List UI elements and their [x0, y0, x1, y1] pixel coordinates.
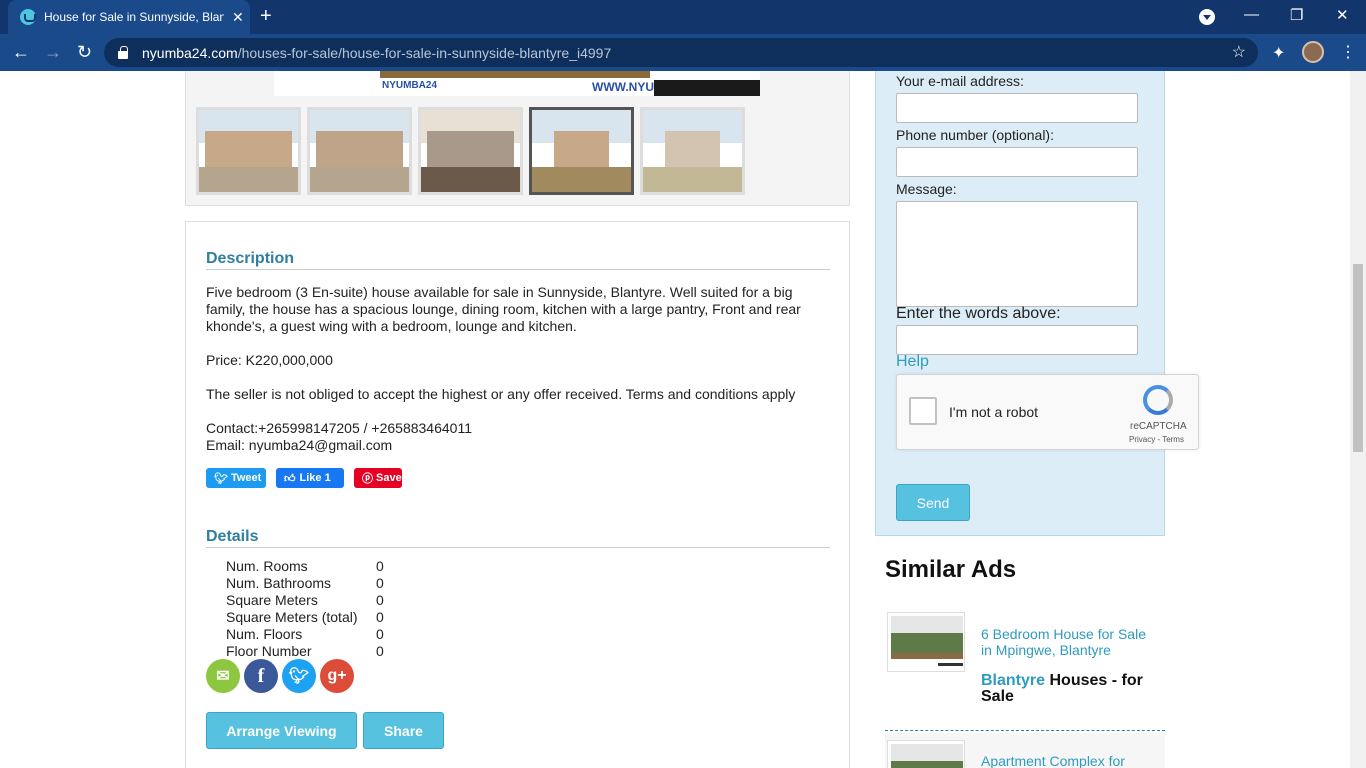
description-text: Five bedroom (3 En-suite) house availabl…	[206, 284, 801, 334]
page-content: NYUMBA24 WWW.NYUMBA24.COM Description Fi…	[0, 71, 1350, 768]
contact-text: Contact:+265998147205 / +265883464011	[206, 420, 472, 436]
captcha-field[interactable]	[896, 325, 1138, 355]
address-bar[interactable]: nyumba24.com/houses-for-sale/house-for-s…	[104, 38, 1258, 67]
details-table: Num. Rooms 0 Num. Bathrooms 0 Square Meter…	[226, 558, 384, 660]
twitter-share-icon[interactable]: 🐦︎	[282, 659, 316, 693]
similar-ad-image[interactable]	[887, 612, 965, 672]
banner-logo: NYUMBA24	[382, 80, 438, 91]
email-field[interactable]	[896, 93, 1138, 123]
restore-icon[interactable]: ❐	[1290, 6, 1303, 24]
scrollbar-thumb[interactable]	[1353, 264, 1363, 452]
twitter-icon: 🐦︎	[214, 472, 228, 485]
similar-ad-city[interactable]: Blantyre	[981, 672, 1045, 689]
share-icons: ✉ f 🐦︎ g+	[206, 659, 354, 693]
main-photo[interactable]: NYUMBA24 WWW.NYUMBA24.COM	[274, 71, 760, 96]
share-button[interactable]: Share	[363, 712, 444, 749]
browser-menu-icon[interactable]: ⋮	[1340, 42, 1356, 62]
recaptcha-label: I'm not a robot	[949, 404, 1039, 420]
phone-label: Phone number (optional):	[896, 127, 1054, 143]
page-scrollbar[interactable]	[1350, 71, 1366, 768]
browser-toolbar: ← → ↻ nyumba24.com/houses-for-sale/house…	[0, 34, 1366, 71]
tweet-button[interactable]: 🐦︎ Tweet	[206, 468, 266, 488]
url-text: nyumba24.com/houses-for-sale/house-for-s…	[142, 44, 612, 61]
tab-search-icon[interactable]	[1199, 9, 1215, 25]
thumbnail-3[interactable]	[418, 107, 523, 195]
thumbs-up-icon: 👍︎	[284, 472, 296, 485]
thumbnail-2[interactable]	[307, 107, 412, 195]
pinterest-icon: ⓟ	[362, 473, 373, 485]
details-row: Square Meters (total) 0	[226, 609, 384, 625]
pinterest-save-button[interactable]: ⓟ Save	[354, 468, 402, 488]
help-link[interactable]: Help	[896, 353, 929, 371]
facebook-share-icon[interactable]: f	[244, 659, 278, 693]
close-tab-icon[interactable]: ✕	[232, 9, 244, 26]
thumbnail-strip	[196, 107, 745, 195]
back-icon[interactable]: ←	[12, 42, 30, 63]
contact-form: Your e-mail address: Phone number (optio…	[875, 71, 1199, 536]
similar-ad-image[interactable]	[887, 740, 965, 768]
captcha-label: Enter the words above:	[896, 305, 1061, 322]
details-row: Num. Bathrooms 0	[226, 575, 384, 591]
details-row: Num. Floors 0	[226, 626, 384, 642]
thumbnail-5[interactable]	[640, 107, 745, 195]
forward-icon[interactable]: →	[44, 42, 62, 63]
email-text: Email: nyumba24@gmail.com	[206, 437, 393, 453]
similar-ad-title[interactable]: Apartment Complex for	[981, 753, 1156, 768]
recaptcha-logo-icon	[1143, 385, 1173, 415]
browser-tab-bar: House for Sale in Sunnyside, Blan ✕ + — …	[0, 0, 1366, 34]
recaptcha-privacy-terms[interactable]: Privacy - Terms	[1129, 435, 1184, 444]
bookmark-star-icon[interactable]: ☆	[1232, 42, 1246, 62]
reload-icon[interactable]: ↻	[77, 42, 92, 63]
listing-details-panel: Description Five bedroom (3 En-suite) ho…	[185, 221, 850, 768]
message-label: Message:	[896, 181, 957, 197]
extensions-icon[interactable]: ✦	[1272, 43, 1285, 63]
description-heading: Description	[206, 250, 830, 270]
details-row: Square Meters 0	[226, 592, 384, 608]
similar-ad-card[interactable]: Apartment Complex for	[885, 733, 1165, 768]
thumbnail-4[interactable]	[529, 107, 634, 195]
recaptcha-brand: reCAPTCHA	[1130, 421, 1187, 432]
similar-ad-category: Blantyre Houses - for Sale	[981, 672, 1143, 705]
email-share-icon[interactable]: ✉	[206, 659, 240, 693]
similar-ad-title[interactable]: 6 Bedroom House for Sale in Mpingwe, Bla…	[981, 626, 1156, 658]
photo-gallery: NYUMBA24 WWW.NYUMBA24.COM	[185, 71, 850, 206]
phone-field[interactable]	[896, 147, 1138, 177]
minimize-icon[interactable]: —	[1244, 6, 1259, 23]
lock-icon	[118, 45, 128, 59]
facebook-like-button[interactable]: 👍︎ Like 1	[276, 468, 344, 488]
window-close-icon[interactable]: ✕	[1336, 6, 1349, 24]
tab-title: House for Sale in Sunnyside, Blan	[44, 10, 224, 24]
details-row: Num. Rooms 0	[226, 558, 384, 574]
divider	[885, 730, 1165, 731]
message-textarea[interactable]	[896, 201, 1138, 307]
price-text: Price: K220,000,000	[206, 352, 333, 368]
recaptcha-checkbox[interactable]	[909, 397, 937, 425]
listing-actions: Arrange Viewing Share	[206, 712, 444, 749]
site-favicon-icon	[20, 9, 36, 25]
thumbnail-1[interactable]	[196, 107, 301, 195]
new-tab-icon[interactable]: +	[260, 5, 272, 28]
arrange-viewing-button[interactable]: Arrange Viewing	[206, 712, 357, 749]
google-plus-share-icon[interactable]: g+	[320, 659, 354, 693]
profile-avatar[interactable]	[1302, 41, 1324, 63]
details-row: Floor Number 0	[226, 643, 384, 659]
social-buttons: 🐦︎ Tweet 👍︎ Like 1 ⓟ Save	[206, 468, 412, 488]
browser-tab[interactable]: House for Sale in Sunnyside, Blan ✕	[8, 0, 250, 34]
send-button[interactable]: Send	[896, 484, 970, 521]
terms-text: The seller is not obliged to accept the …	[206, 386, 796, 402]
details-heading: Details	[206, 528, 830, 548]
email-label: Your e-mail address:	[896, 73, 1024, 89]
similar-ads-heading: Similar Ads	[885, 556, 1017, 583]
recaptcha-widget: I'm not a robot reCAPTCHA Privacy - Term…	[896, 374, 1199, 450]
